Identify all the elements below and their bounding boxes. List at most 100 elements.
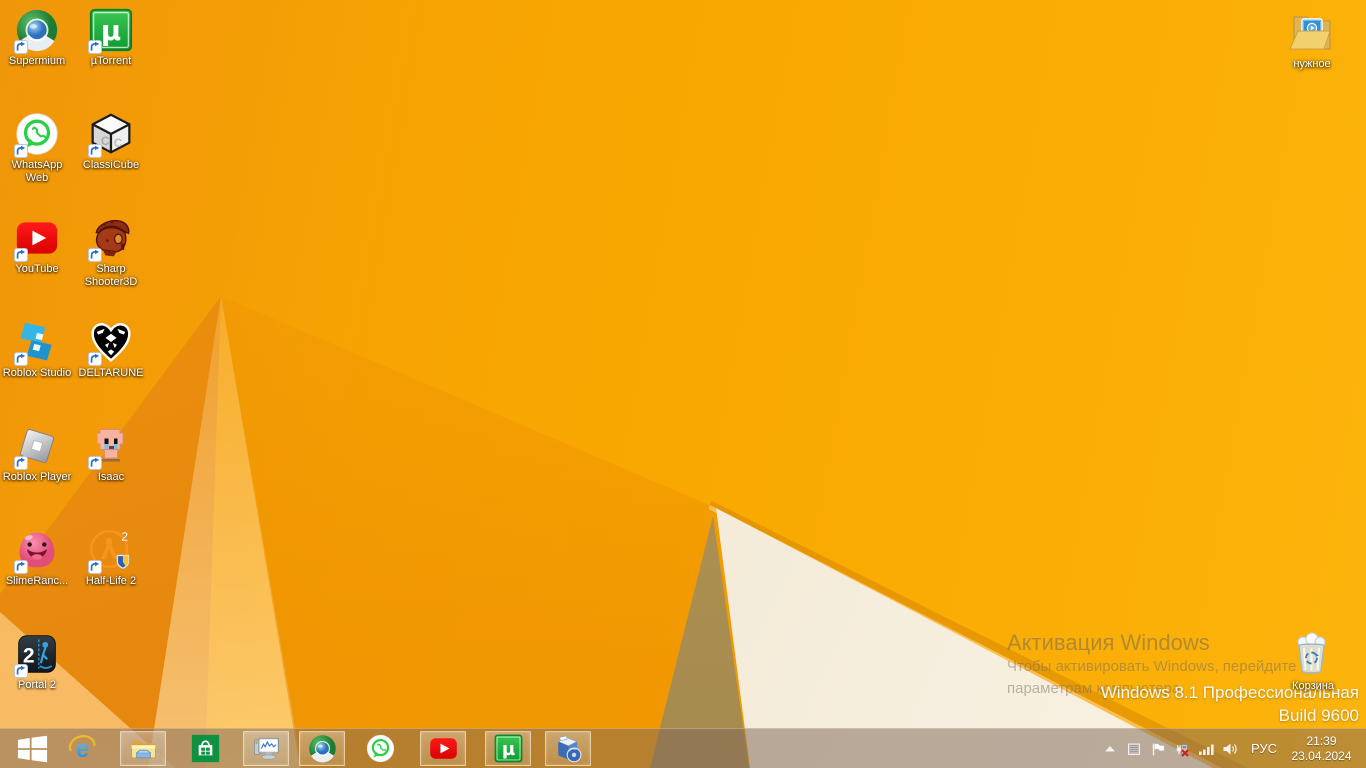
signal-bars-icon <box>1198 741 1214 757</box>
shortcut-arrow-icon <box>88 248 102 262</box>
svg-text:µ: µ <box>101 15 121 47</box>
svg-text:C: C <box>114 136 123 150</box>
ie-icon: e <box>68 734 97 763</box>
desktop-icon-slime-rancher[interactable]: SlimeRanc... <box>0 528 74 588</box>
desktop-icon-label: Isaac <box>97 471 125 483</box>
software-box-icon <box>554 734 583 763</box>
desktop-icon-layer: Supermium µ µTorrent WhatsApp Web C C ClassiCu… <box>0 0 1366 728</box>
youtube-icon <box>429 734 458 763</box>
recycle-bin-icon <box>1289 630 1337 678</box>
shortcut-arrow-icon <box>14 40 28 54</box>
desktop-icon-youtube[interactable]: YouTube <box>0 216 74 276</box>
folder-label: нужное <box>1293 58 1331 70</box>
taskbar-item-whatsapp[interactable] <box>357 731 403 766</box>
start-button[interactable] <box>6 729 58 768</box>
slime-icon <box>14 528 59 574</box>
tray-network[interactable] <box>1194 729 1218 768</box>
desktop-icon-label: WhatsApp Web <box>11 159 63 184</box>
classicube-icon: CC <box>88 112 133 158</box>
whatsapp-icon <box>366 734 395 763</box>
chrome-globe-icon <box>308 734 337 763</box>
tray-action-center[interactable] <box>1146 729 1170 768</box>
taskbar-item-system-monitor[interactable] <box>243 731 289 766</box>
shortcut-arrow-icon <box>88 560 102 574</box>
plug-error-icon <box>1174 741 1190 757</box>
desktop-icon-label: SlimeRanc... <box>5 575 69 587</box>
youtube-icon <box>14 216 59 262</box>
taskbar: e µ РУС 21:39 23.04.2024 <box>0 728 1366 768</box>
tray-time: 21:39 <box>1306 733 1337 748</box>
desktop-icon-sharp-shooter[interactable]: Sharp Shooter3D <box>74 216 148 289</box>
recycle-bin[interactable]: Корзина <box>1276 630 1350 693</box>
desktop-icon-label: YouTube <box>15 263 59 275</box>
shortcut-arrow-icon <box>14 664 28 678</box>
svg-text:e: e <box>75 736 88 763</box>
taskbar-item-internet-explorer[interactable]: e <box>59 731 105 766</box>
taskbar-item-windows-store[interactable] <box>182 731 228 766</box>
windows-start-icon <box>17 735 47 762</box>
tray-icons <box>1098 729 1242 768</box>
shortcut-arrow-icon <box>88 144 102 158</box>
taskbar-item-utorrent[interactable]: µ <box>485 731 531 766</box>
flag-icon <box>1150 741 1166 757</box>
chrome-globe-icon <box>14 8 59 54</box>
taskbar-item-supermium[interactable] <box>299 731 345 766</box>
desktop-icon-utorrent[interactable]: µ µTorrent <box>74 8 148 68</box>
tray-device-error[interactable] <box>1170 729 1194 768</box>
window-grid-icon <box>1126 741 1142 757</box>
desktop-icon-half-life-2[interactable]: 2 Half-Life 2 <box>74 528 148 588</box>
shortcut-arrow-icon <box>88 352 102 366</box>
tray-window-grid[interactable] <box>1122 729 1146 768</box>
desktop-folder-nuzhnoe[interactable]: intel нужное <box>1275 8 1349 71</box>
desktop-icon-label: DELTARUNE <box>78 367 144 379</box>
desktop-icon-deltarune[interactable]: DELTARUNE <box>74 320 148 380</box>
shortcut-arrow-icon <box>14 456 28 470</box>
svg-text:µ: µ <box>501 739 514 760</box>
file-explorer-icon <box>129 734 158 763</box>
shortcut-arrow-icon <box>14 560 28 574</box>
desktop-icon-label: Roblox Studio <box>2 367 72 379</box>
desktop-icon-label: µTorrent <box>90 55 132 67</box>
roblox-player-icon <box>14 424 59 470</box>
recycle-bin-label: Корзина <box>1292 680 1334 692</box>
desktop-icon-whatsapp-web[interactable]: WhatsApp Web <box>0 112 74 185</box>
desktop-icon-isaac[interactable]: Isaac <box>74 424 148 484</box>
system-monitor-icon <box>252 734 281 763</box>
desktop-icon-classicube[interactable]: C C ClassiCube <box>74 112 148 172</box>
portal-2-icon: 2 <box>14 632 59 678</box>
windows-store-icon <box>191 734 220 763</box>
whatsapp-icon <box>14 112 59 158</box>
chevron-up-icon <box>1102 741 1118 757</box>
desktop-icon-portal-2[interactable]: 2 Portal 2 <box>0 632 74 692</box>
utorrent-icon: µ <box>88 8 133 54</box>
desktop-icon-label: Half-Life 2 <box>85 575 137 587</box>
desktop-icon-roblox-player[interactable]: Roblox Player <box>0 424 74 484</box>
sharp-shooter-icon <box>88 216 133 262</box>
media-folder-icon: intel <box>1288 8 1336 56</box>
deltarune-icon <box>88 320 133 366</box>
desktop-icon-roblox-studio[interactable]: Roblox Studio <box>0 320 74 380</box>
shortcut-arrow-icon <box>14 144 28 158</box>
desktop-icon-label: Sharp Shooter3D <box>84 263 138 288</box>
shortcut-arrow-icon <box>88 456 102 470</box>
svg-text:C: C <box>101 134 110 148</box>
desktop-icon-supermium[interactable]: Supermium <box>0 8 74 68</box>
taskbar-item-youtube[interactable] <box>420 731 466 766</box>
shortcut-arrow-icon <box>88 40 102 54</box>
desktop-icon-label: Portal 2 <box>18 679 56 691</box>
isaac-icon <box>88 424 133 470</box>
taskbar-item-file-explorer[interactable] <box>120 731 166 766</box>
tray-clock[interactable]: 21:39 23.04.2024 <box>1286 734 1366 764</box>
tray-date: 23.04.2024 <box>1291 748 1352 763</box>
shortcut-arrow-icon <box>14 352 28 366</box>
roblox-studio-icon <box>14 320 59 366</box>
tray-volume[interactable] <box>1218 729 1242 768</box>
language-indicator[interactable]: РУС <box>1242 741 1286 756</box>
tray-show-hidden-icons[interactable] <box>1098 729 1122 768</box>
shortcut-arrow-icon <box>14 248 28 262</box>
desktop-icon-label: ClassiCube <box>82 159 140 171</box>
desktop-icon-label: Roblox Player <box>2 471 72 483</box>
taskbar-item-installer[interactable] <box>545 731 591 766</box>
system-tray: РУС 21:39 23.04.2024 <box>1098 729 1366 768</box>
speaker-icon <box>1222 741 1238 757</box>
